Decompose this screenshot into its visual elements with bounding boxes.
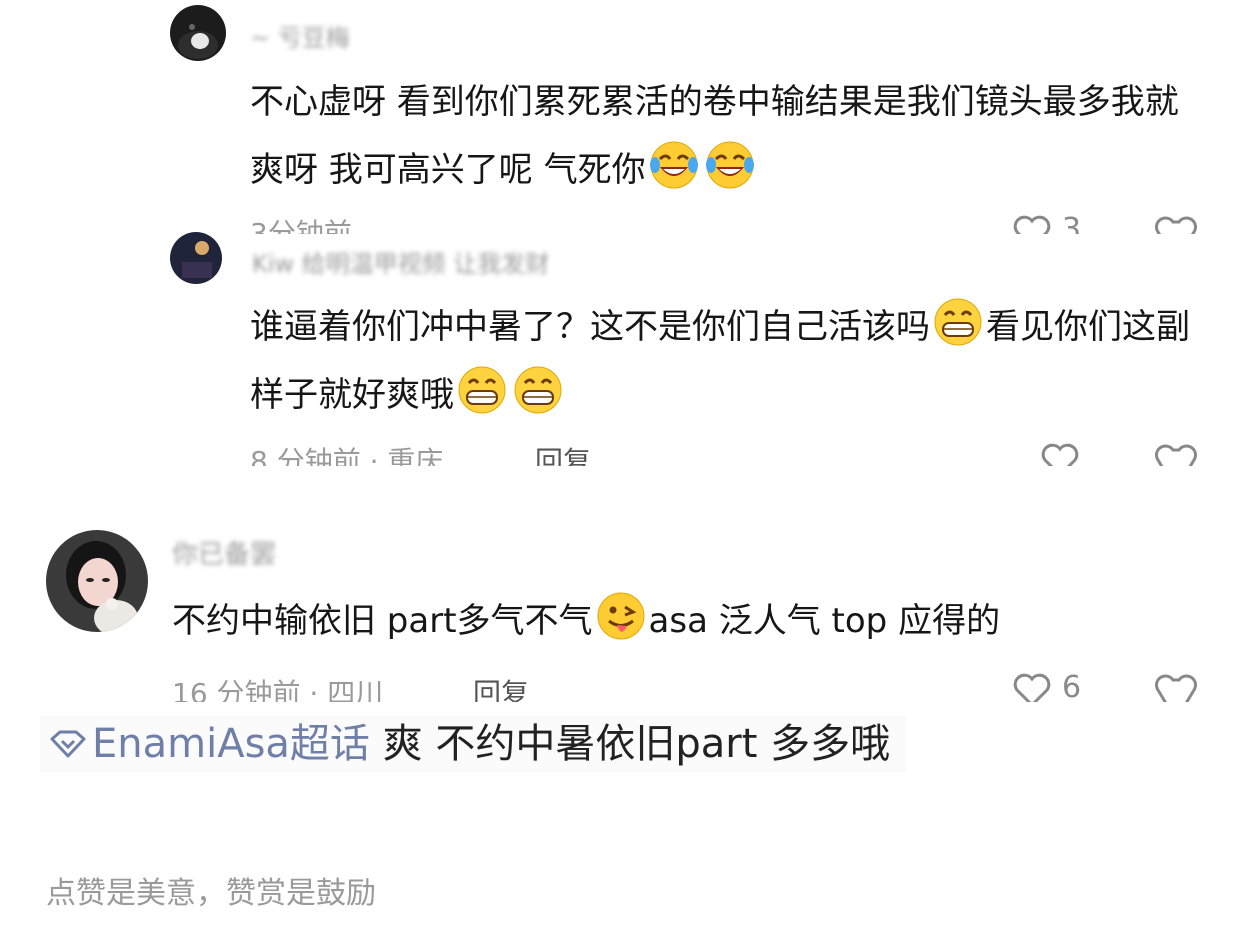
grinning-emoji bbox=[512, 364, 564, 416]
topic-link[interactable]: EnamiAsa超话 bbox=[92, 721, 370, 767]
username[interactable]: ~ 亏豆梅 bbox=[250, 18, 350, 53]
like-heart-icon[interactable] bbox=[1012, 672, 1052, 702]
comment-time: 16 分钟前 · 四川 bbox=[172, 677, 384, 702]
like-heart-icon[interactable] bbox=[1040, 442, 1080, 466]
avatar[interactable] bbox=[170, 5, 226, 61]
reply-button[interactable]: 回复 bbox=[535, 440, 591, 466]
grinning-emoji bbox=[932, 296, 984, 348]
winking-tongue-emoji bbox=[595, 590, 647, 642]
reply-button[interactable]: 回复 bbox=[473, 672, 529, 702]
dislike-icon[interactable] bbox=[1155, 214, 1197, 234]
username[interactable]: Kiw 给明温甲视频 让我发财 bbox=[252, 244, 549, 279]
avatar[interactable] bbox=[46, 530, 148, 632]
comment-text: 谁逼着你们冲中暑了？这不是你们自己活该吗 看见你们这副样子就好爽哦 bbox=[250, 293, 1210, 429]
like-heart-icon[interactable] bbox=[1012, 214, 1052, 234]
dislike-icon[interactable] bbox=[1155, 442, 1197, 466]
caption-text: 爽 不约中暑依旧part 多多哦 bbox=[369, 721, 891, 767]
dislike-icon[interactable] bbox=[1155, 672, 1197, 702]
tears-of-joy-emoji bbox=[648, 139, 700, 191]
grinning-emoji bbox=[456, 364, 508, 416]
post-caption: EnamiAsa超话 爽 不约中暑依旧part 多多哦 bbox=[40, 715, 907, 775]
avatar[interactable] bbox=[170, 232, 222, 284]
diamond-topic-icon[interactable] bbox=[48, 717, 88, 775]
like-count: 6 bbox=[1062, 670, 1082, 702]
comment-text: 不约中输依旧 part多气不气 asa 泛人气 top 应得的 bbox=[172, 587, 1222, 655]
username[interactable]: 你已备罢 bbox=[172, 534, 276, 571]
comment-time: 3分钟前 bbox=[250, 217, 352, 234]
tears-of-joy-emoji bbox=[704, 139, 756, 191]
comment-text: 不心虚呀 看到你们累死累活的卷中输结果是我们镜头最多我就爽呀 我可高兴了呢 气死… bbox=[250, 82, 1179, 191]
reward-note: 点赞是美意，赞赏是鼓励 bbox=[46, 876, 376, 911]
comment-time: 8 分钟前 · 重庆 bbox=[250, 445, 444, 466]
like-count: 3 bbox=[1062, 212, 1082, 234]
